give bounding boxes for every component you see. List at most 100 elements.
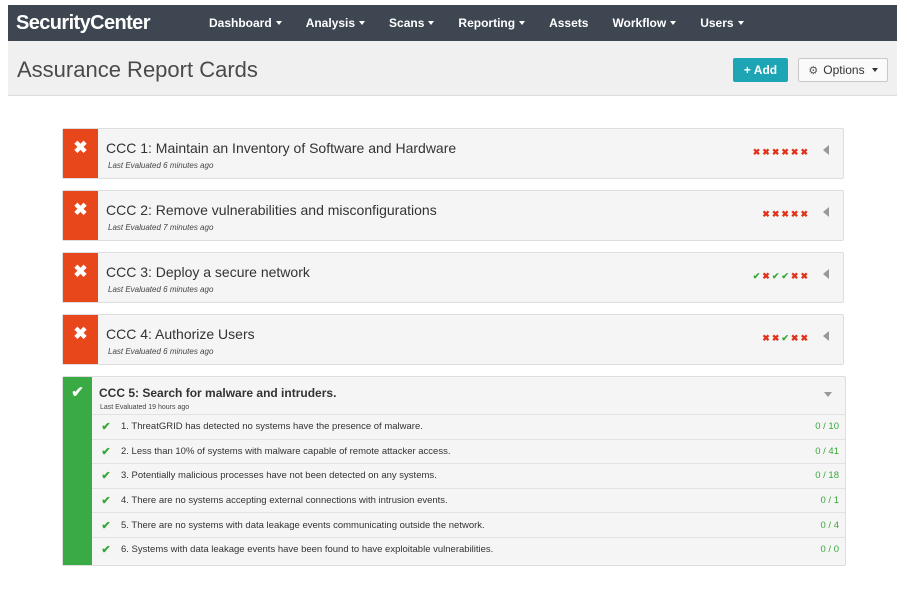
card-title: CCC 2: Remove vulnerabilities and miscon… — [106, 202, 437, 218]
rule-score: 0 / 41 — [815, 445, 839, 457]
check-icon: ✔ — [101, 445, 111, 458]
page-header: Assurance Report Cards + Add ⚙ Options — [8, 41, 897, 96]
rule-row[interactable]: ✔ 5. There are no systems with data leak… — [92, 512, 845, 537]
rule-text: 3. Potentially malicious processes have … — [121, 470, 437, 482]
expand-toggle-icon[interactable] — [823, 207, 829, 217]
caret-down-icon — [871, 68, 878, 72]
check-mark-icon: ✔ — [752, 271, 763, 281]
card-last-evaluated: Last Evaluated 7 minutes ago — [108, 223, 214, 232]
rule-text: 4. There are no systems accepting extern… — [121, 495, 448, 507]
check-mark-icon: ✔ — [771, 271, 782, 281]
nav-label: Dashboard — [209, 16, 272, 30]
x-mark-icon: ✖ — [762, 209, 772, 219]
check-icon: ✔ — [101, 470, 111, 483]
rule-results: ✔✖✔✔✖✖ — [753, 271, 810, 282]
rule-results: ✖✖✖✖✖✖ — [753, 147, 810, 158]
rule-text: 1. ThreatGRID has detected no systems ha… — [121, 421, 423, 433]
x-mark-icon: ✖ — [762, 271, 772, 281]
fail-status-icon: ✖ — [63, 191, 98, 240]
caret-down-icon — [670, 21, 677, 25]
nav-users[interactable]: Users — [700, 16, 744, 30]
rule-score: 0 / 1 — [820, 495, 840, 507]
nav-assets[interactable]: Assets — [549, 16, 588, 30]
brand-logo[interactable]: SecurityCenter — [16, 12, 196, 35]
card-last-evaluated: Last Evaluated 19 hours ago — [100, 404, 190, 411]
report-card-ccc5[interactable]: ✔ CCC 5: Search for malware and intruder… — [62, 376, 846, 566]
fail-status-icon: ✖ — [63, 315, 98, 364]
card-title: CCC 3: Deploy a secure network — [106, 264, 310, 280]
card-title: CCC 5: Search for malware and intruders. — [99, 386, 337, 400]
nav-label: Workflow — [612, 16, 667, 30]
rule-row[interactable]: ✔ 2. Less than 10% of systems with malwa… — [92, 438, 845, 464]
nav-dashboard[interactable]: Dashboard — [209, 16, 282, 30]
options-label: Options — [823, 63, 865, 77]
x-mark-icon: ✖ — [752, 147, 763, 157]
rule-text: 2. Less than 10% of systems with malware… — [121, 445, 451, 457]
expand-toggle-icon[interactable] — [823, 331, 829, 341]
options-button[interactable]: ⚙ Options — [798, 58, 888, 82]
nav-label: Assets — [549, 16, 589, 30]
rule-row[interactable]: ✔ 3. Potentially malicious processes hav… — [92, 463, 845, 488]
card-last-evaluated: Last Evaluated 6 minutes ago — [108, 285, 214, 294]
fail-status-icon: ✖ — [63, 129, 98, 178]
report-card-ccc1[interactable]: ✖ CCC 1: Maintain an Inventory of Softwa… — [62, 128, 844, 179]
check-icon: ✔ — [101, 495, 111, 508]
rule-score: 0 / 4 — [820, 519, 840, 531]
gear-icon: ⚙ — [808, 64, 819, 77]
page-title: Assurance Report Cards — [17, 57, 258, 82]
x-mark-icon: ✖ — [762, 333, 772, 343]
add-button[interactable]: + Add — [733, 58, 788, 82]
rule-score: 0 / 0 — [820, 544, 840, 556]
rule-score: 0 / 10 — [815, 421, 839, 433]
rule-list: ✔ 1. ThreatGRID has detected no systems … — [92, 414, 845, 562]
collapse-toggle-icon[interactable] — [824, 392, 832, 397]
report-card-ccc3[interactable]: ✖ CCC 3: Deploy a secure network Last Ev… — [62, 252, 844, 303]
x-mark-icon: ✖ — [800, 333, 810, 343]
rule-text: 5. There are no systems with data leakag… — [121, 519, 485, 531]
rule-row[interactable]: ✔ 4. There are no systems accepting exte… — [92, 487, 845, 513]
x-mark-icon: ✖ — [771, 333, 782, 343]
x-mark-icon: ✖ — [800, 271, 810, 281]
x-mark-icon: ✖ — [762, 147, 772, 157]
check-icon: ✔ — [101, 519, 111, 532]
expand-toggle-icon[interactable] — [823, 269, 829, 279]
check-mark-icon: ✔ — [781, 333, 791, 343]
nav-label: Users — [700, 16, 734, 30]
expand-toggle-icon[interactable] — [823, 145, 829, 155]
caret-down-icon — [275, 21, 282, 25]
x-mark-icon: ✖ — [800, 209, 810, 219]
caret-down-icon — [428, 21, 435, 25]
nav-scans[interactable]: Scans — [389, 16, 435, 30]
x-mark-icon: ✖ — [771, 209, 782, 219]
caret-down-icon — [519, 21, 526, 25]
card-last-evaluated: Last Evaluated 6 minutes ago — [108, 347, 214, 356]
top-navbar: SecurityCenter Dashboard Analysis Scans … — [8, 5, 897, 41]
pass-status-icon: ✔ — [63, 377, 92, 565]
rule-results: ✖✖✖✖✖ — [762, 209, 810, 220]
nav-reporting[interactable]: Reporting — [458, 16, 526, 30]
x-mark-icon: ✖ — [781, 147, 791, 157]
check-mark-icon: ✔ — [781, 271, 791, 281]
nav-label: Analysis — [305, 16, 356, 30]
card-last-evaluated: Last Evaluated 6 minutes ago — [108, 161, 214, 170]
report-card-ccc4[interactable]: ✖ CCC 4: Authorize Users Last Evaluated … — [62, 314, 844, 365]
nav-label: Scans — [389, 16, 425, 30]
caret-down-icon — [359, 21, 366, 25]
nav-analysis[interactable]: Analysis — [305, 16, 366, 30]
check-icon: ✔ — [101, 544, 111, 557]
rule-results: ✖✖✔✖✖ — [762, 333, 810, 344]
caret-down-icon — [737, 21, 744, 25]
report-card-ccc2[interactable]: ✖ CCC 2: Remove vulnerabilities and misc… — [62, 190, 844, 241]
x-mark-icon: ✖ — [771, 147, 782, 157]
rule-row[interactable]: ✔ 1. ThreatGRID has detected no systems … — [92, 414, 845, 439]
check-icon: ✔ — [101, 421, 111, 434]
nav-workflow[interactable]: Workflow — [612, 16, 677, 30]
card-title: CCC 4: Authorize Users — [106, 326, 255, 342]
x-mark-icon: ✖ — [781, 209, 791, 219]
main-menu: Dashboard Analysis Scans Reporting Asset… — [209, 16, 768, 30]
x-mark-icon: ✖ — [800, 147, 810, 157]
rule-row[interactable]: ✔ 6. Systems with data leakage events ha… — [92, 536, 845, 562]
card-title: CCC 1: Maintain an Inventory of Software… — [106, 140, 457, 156]
rule-score: 0 / 18 — [815, 470, 839, 482]
rule-text: 6. Systems with data leakage events have… — [121, 544, 494, 556]
